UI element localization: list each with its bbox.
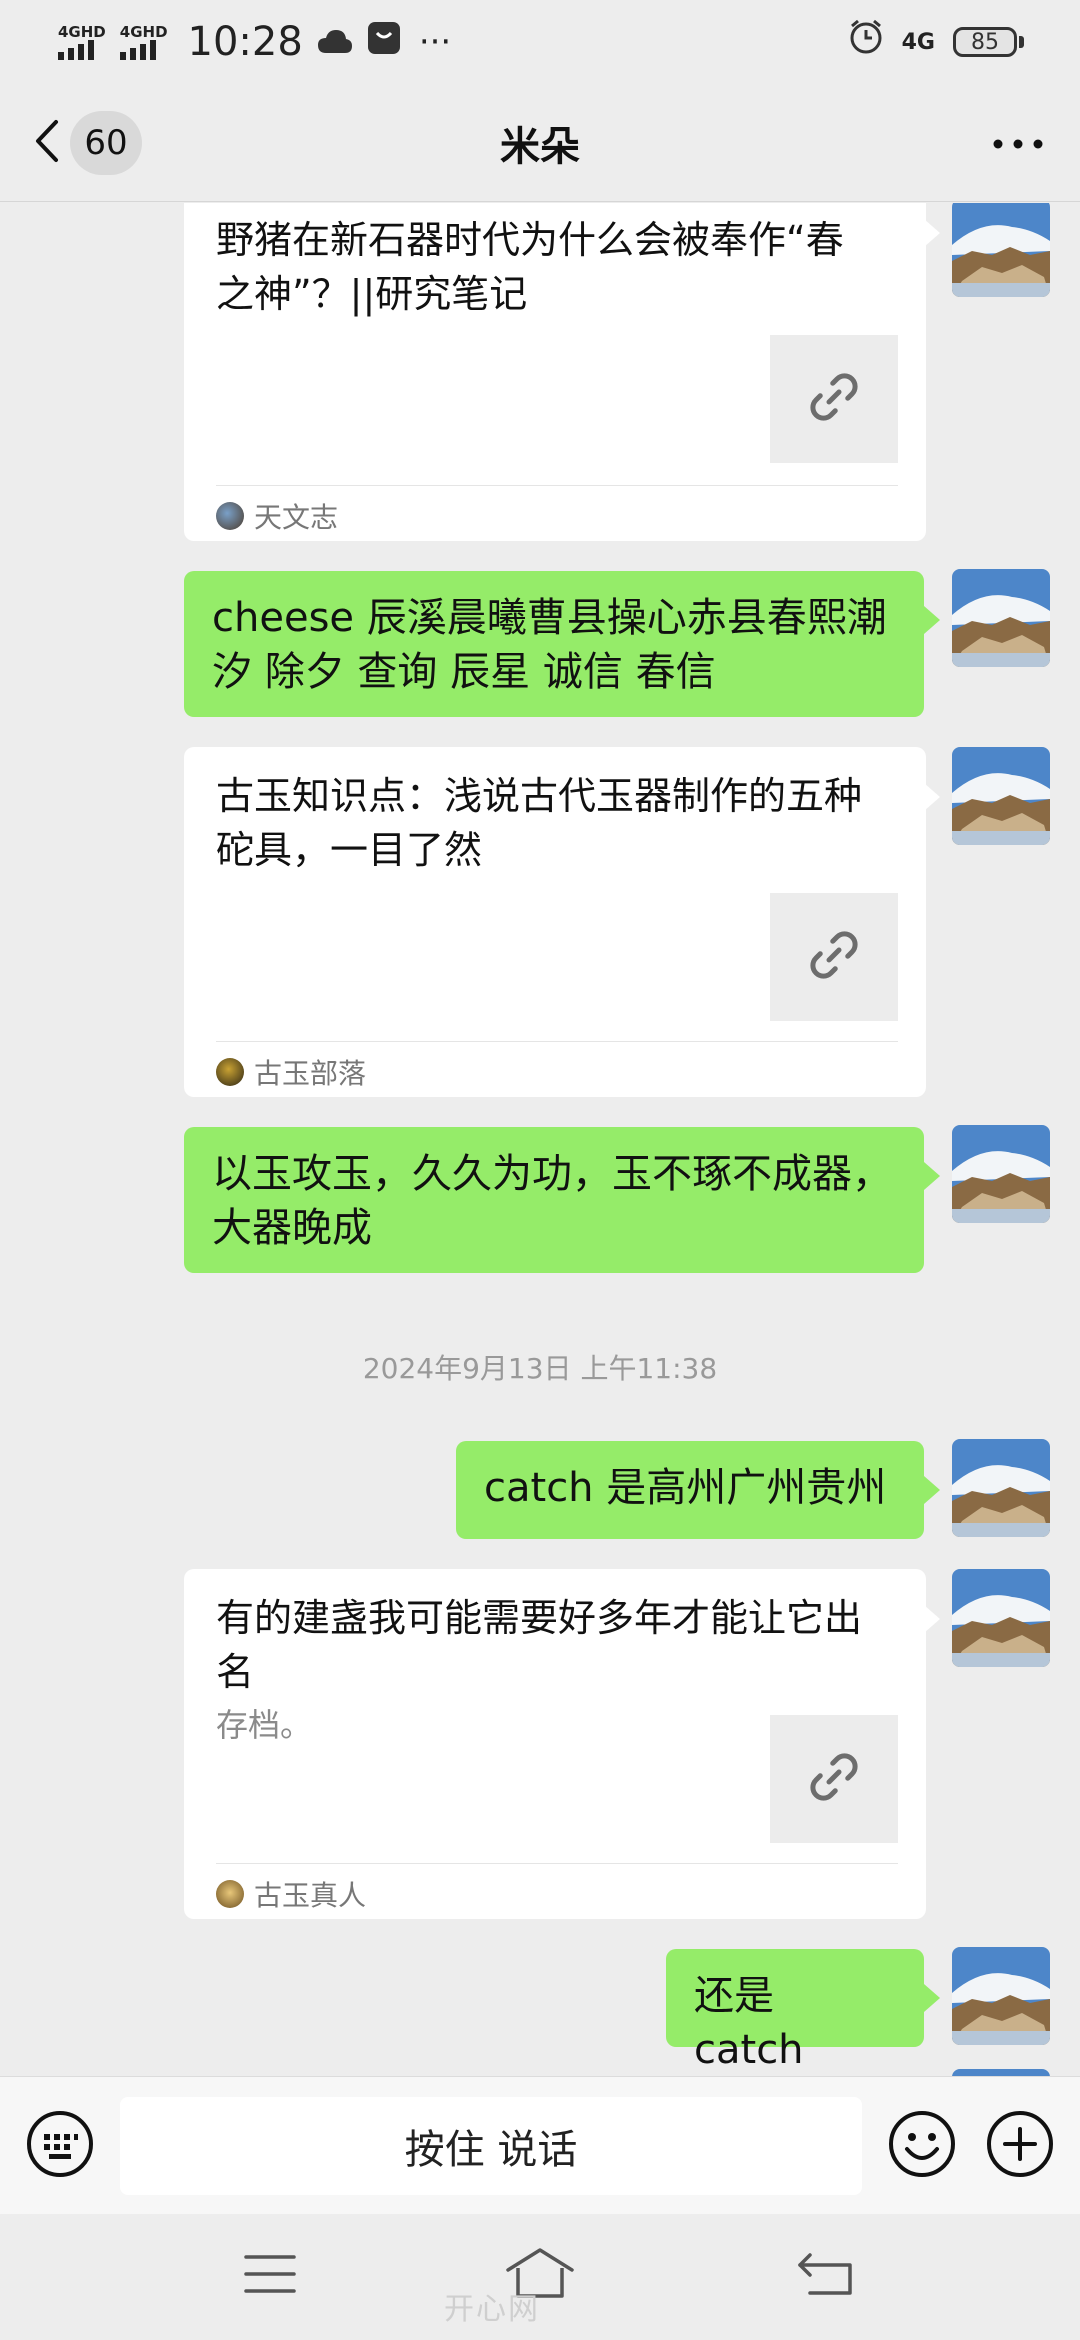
bubble-tail (924, 1984, 940, 2012)
sent-message-bubble[interactable]: 还是 catch (666, 1949, 924, 2073)
bubble-tail (924, 606, 940, 634)
chevron-left-icon (30, 116, 64, 170)
alarm-icon (848, 19, 884, 65)
status-right: 4G 85 (848, 19, 1024, 65)
smiley-icon (887, 2109, 957, 2183)
network-label: 4G (901, 29, 935, 55)
link-icon (804, 367, 864, 431)
link-icon (804, 925, 864, 989)
sent-message-bubble[interactable]: cheese 辰溪晨曦曹县操心赤县春熙潮汐 除夕 查询 辰星 诚信 春信 (184, 571, 924, 717)
source-name: 天文志 (254, 501, 339, 534)
card-thumbnail (770, 1715, 898, 1843)
more-dots-icon (993, 134, 1043, 153)
emoji-button[interactable] (886, 2110, 958, 2182)
link-icon (804, 1747, 864, 1811)
link-card[interactable]: 野猪在新石器时代为什么会被奉作“春之神”？||研究笔记 天文志 (184, 203, 926, 541)
avatar[interactable] (952, 1125, 1050, 1223)
chat-header: 60 米朵 (0, 84, 1080, 202)
signal-icon-1: 4GHD (58, 24, 106, 60)
card-description: 存档。 (216, 1706, 313, 1744)
card-source: 古玉真人 (216, 1874, 366, 1914)
source-logo-icon (216, 1880, 244, 1908)
source-name: 古玉真人 (254, 1879, 367, 1912)
menu-icon (242, 2251, 298, 2301)
avatar[interactable] (952, 1439, 1050, 1537)
link-card[interactable]: 古玉知识点：浅说古代玉器制作的五种砣具，一目了然 古玉部落 (184, 747, 926, 1097)
bubble-tail (924, 783, 940, 811)
status-time: 10:28 (187, 19, 303, 65)
back-button[interactable]: 60 (30, 106, 142, 180)
card-divider (216, 485, 898, 486)
signal-icon-2: 4GHD (119, 23, 168, 60)
card-divider (216, 1041, 898, 1042)
card-title: 野猪在新石器时代为什么会被奉作“春之神”？||研究笔记 (216, 218, 844, 316)
sent-message-bubble[interactable]: catch 是高州广州贵州 (456, 1441, 924, 1539)
battery-level: 85 (953, 27, 1017, 57)
avatar[interactable] (952, 1947, 1050, 2045)
avatar[interactable] (952, 2069, 1050, 2076)
avatar[interactable] (952, 569, 1050, 667)
bubble-tail (924, 1605, 940, 1633)
avatar[interactable] (952, 1569, 1050, 1667)
signal-label-2: 4GHD (119, 23, 168, 41)
source-logo-icon (216, 1058, 244, 1086)
signal-label-1: 4GHD (58, 23, 106, 41)
chat-input-bar: 按住 说话 (0, 2076, 1080, 2214)
chat-title: 米朵 (500, 123, 580, 170)
card-title: 古玉知识点：浅说古代玉器制作的五种砣具，一目了然 (216, 774, 863, 872)
avatar[interactable] (952, 203, 1050, 297)
bubble-tail (924, 1476, 940, 1504)
sent-message-bubble[interactable]: 以玉攻玉，久久为功，玉不琢不成器，大器晚成 (184, 1127, 924, 1273)
shopping-bag-icon (367, 19, 401, 65)
plus-icon (985, 2109, 1055, 2183)
avatar[interactable] (952, 747, 1050, 845)
return-icon (796, 2249, 856, 2303)
card-source: 天文志 (216, 496, 338, 536)
keyboard-toggle-button[interactable] (24, 2110, 96, 2182)
menu-button[interactable] (220, 2236, 320, 2316)
battery-icon: 85 (953, 27, 1024, 57)
hold-to-talk-button[interactable]: 按住 说话 (120, 2097, 862, 2195)
bubble-tail (924, 1162, 940, 1190)
card-source: 古玉部落 (216, 1052, 366, 1092)
card-divider (216, 1863, 898, 1864)
message-timestamp: 2024年9月13日 上午11:38 (362, 1352, 718, 1385)
more-options-button[interactable] (984, 114, 1052, 172)
source-name: 古玉部落 (254, 1057, 367, 1090)
keyboard-icon (25, 2109, 95, 2183)
system-navigation-bar: 开心网 (0, 2214, 1080, 2340)
source-logo-icon (216, 502, 244, 530)
link-card[interactable]: 有的建盏我可能需要好多年才能让它出名 存档。 古玉真人 (184, 1569, 926, 1919)
status-left: 4GHD 4GHD 10:28 ··· (58, 19, 451, 65)
unread-count-badge: 60 (70, 111, 142, 175)
bubble-tail (924, 219, 940, 247)
status-bar: 4GHD 4GHD 10:28 ··· 4G 85 (0, 0, 1080, 84)
watermark: 开心网 (444, 2292, 540, 2327)
card-title: 有的建盏我可能需要好多年才能让它出名 (216, 1596, 863, 1694)
message-list[interactable]: 野猪在新石器时代为什么会被奉作“春之神”？||研究笔记 天文志 cheese 辰… (0, 203, 1080, 2076)
back-nav-button[interactable] (776, 2236, 876, 2316)
cloud-icon (317, 19, 353, 65)
card-thumbnail (770, 893, 898, 1021)
card-thumbnail (770, 335, 898, 463)
more-functions-button[interactable] (984, 2110, 1056, 2182)
status-more-dots: ··· (418, 22, 452, 62)
